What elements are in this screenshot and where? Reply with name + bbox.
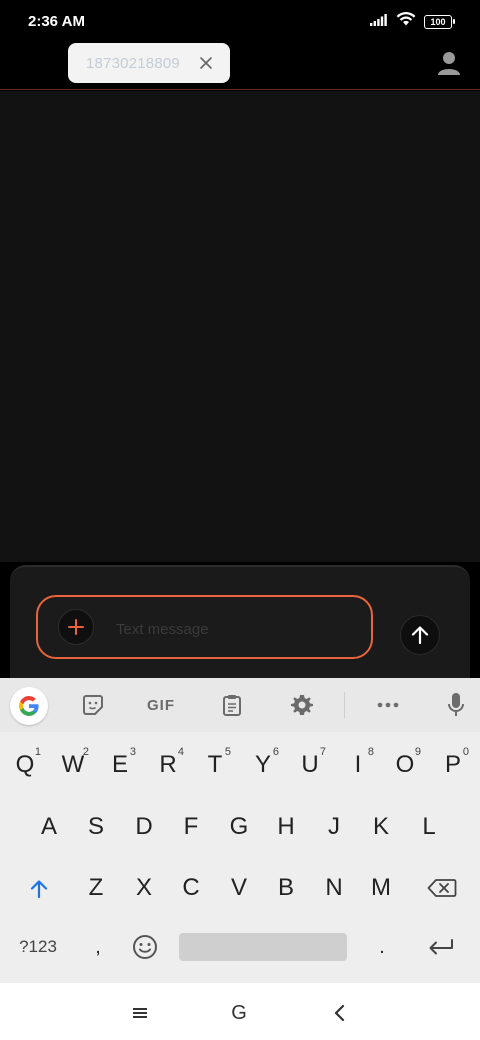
key-u[interactable]: U7 (290, 740, 330, 790)
status-bar: 2:36 AM 100 (0, 0, 480, 42)
key-m[interactable]: M (361, 863, 401, 913)
key-a[interactable]: A (29, 802, 69, 852)
contact-icon[interactable] (434, 48, 464, 78)
recipient-number: 18730218809 (86, 54, 180, 72)
key-d[interactable]: D (124, 802, 164, 852)
signal-icon (370, 13, 388, 31)
key-f[interactable]: F (171, 802, 211, 852)
key-t[interactable]: T5 (195, 740, 235, 790)
sticker-icon[interactable] (78, 690, 108, 720)
compose-panel (10, 565, 470, 690)
plus-icon[interactable] (58, 609, 94, 645)
mic-icon[interactable] (443, 690, 469, 720)
gif-button[interactable]: GIF (142, 690, 180, 720)
compose-area (0, 562, 480, 690)
key-v[interactable]: V (219, 863, 259, 913)
shift-icon[interactable] (22, 863, 56, 913)
send-arrow-icon[interactable] (400, 615, 440, 655)
recipient-chip[interactable]: 18730218809 (68, 43, 230, 83)
home-g-icon[interactable]: G (225, 999, 253, 1027)
key-g[interactable]: G (219, 802, 259, 852)
key-z[interactable]: Z (76, 863, 116, 913)
close-icon[interactable] (196, 53, 216, 73)
symbols-key[interactable]: ?123 (10, 922, 66, 972)
key-l[interactable]: L (409, 802, 449, 852)
key-o[interactable]: O9 (385, 740, 425, 790)
key-y[interactable]: Y6 (243, 740, 283, 790)
backspace-icon[interactable] (422, 863, 462, 913)
key-h[interactable]: H (266, 802, 306, 852)
conversation-area (0, 91, 480, 562)
key-e[interactable]: E3 (100, 740, 140, 790)
more-icon[interactable] (374, 690, 402, 720)
key-b[interactable]: B (266, 863, 306, 913)
recipient-header: 18730218809 (0, 42, 480, 90)
google-icon[interactable] (10, 687, 48, 725)
wifi-icon (396, 11, 416, 31)
key-p[interactable]: P0 (433, 740, 473, 790)
keyboard-toolbar: GIF (0, 678, 480, 732)
key-j[interactable]: J (314, 802, 354, 852)
settings-icon[interactable] (288, 690, 316, 720)
key-r[interactable]: R4 (148, 740, 188, 790)
key-q[interactable]: Q1 (5, 740, 45, 790)
keyboard: GIF Q 1 W 2 E 3 R 4 T 5 Y 6 U 7 I 8 O 9 … (0, 678, 480, 983)
emoji-icon[interactable] (126, 922, 164, 972)
key-comma[interactable]: , (78, 922, 118, 972)
status-icons: 100 (370, 11, 455, 31)
key-n[interactable]: N (314, 863, 354, 913)
clipboard-icon[interactable] (218, 690, 246, 720)
enter-icon[interactable] (420, 922, 462, 972)
status-time: 2:36 AM (28, 13, 85, 30)
battery-icon: 100 (424, 14, 455, 29)
message-input-box[interactable] (36, 595, 373, 659)
menu-icon[interactable] (126, 999, 154, 1027)
key-c[interactable]: C (171, 863, 211, 913)
message-input[interactable] (116, 617, 356, 641)
key-s[interactable]: S (76, 802, 116, 852)
key-x[interactable]: X (124, 863, 164, 913)
back-icon[interactable] (326, 999, 354, 1027)
key-i[interactable]: I8 (338, 740, 378, 790)
key-k[interactable]: K (361, 802, 401, 852)
battery-level: 100 (430, 16, 446, 27)
space-bar[interactable] (179, 933, 347, 961)
toolbar-divider (344, 692, 345, 718)
key-w[interactable]: W2 (53, 740, 93, 790)
navigation-bar: G (0, 983, 480, 1040)
key-period[interactable]: . (362, 922, 402, 972)
